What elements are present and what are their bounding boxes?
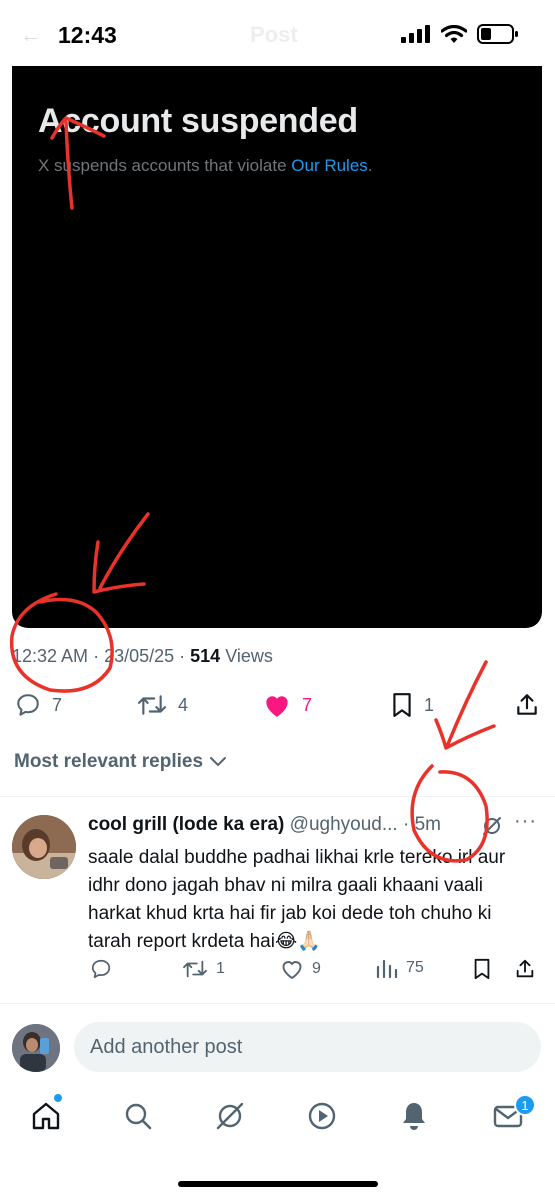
nav-grok[interactable] — [212, 1098, 248, 1134]
heart-filled-icon — [266, 696, 288, 717]
back-button[interactable]: ← — [20, 22, 42, 48]
bookmark-icon — [393, 693, 411, 717]
share-icon — [517, 694, 537, 715]
reply-separator: · — [397, 814, 415, 835]
our-rules-link[interactable]: Our Rules — [291, 156, 368, 175]
reply-text: saale dalal buddhe padhai likhai krle te… — [88, 847, 506, 952]
reply-count: 7 — [52, 694, 63, 715]
nav-home[interactable] — [28, 1098, 64, 1134]
reply-view-count: 75 — [406, 959, 424, 976]
bookmark-icon — [474, 958, 490, 980]
post-actions: 7 4 7 1 — [0, 686, 555, 726]
divider — [0, 1003, 555, 1004]
post-date: 23/05/25 — [104, 646, 175, 666]
replies-sort-label: Most relevant replies — [14, 751, 204, 772]
reply-icon — [91, 959, 111, 979]
messages-badge: 1 — [514, 1094, 536, 1116]
suspended-subtitle-period: . — [367, 156, 373, 175]
repost-button[interactable]: 4 — [136, 692, 188, 718]
home-icon — [32, 1102, 60, 1130]
home-indicator — [178, 1181, 378, 1187]
bookmark-button[interactable]: 1 — [390, 692, 434, 718]
analytics-icon — [376, 959, 398, 978]
status-icons — [401, 24, 519, 44]
battery-icon — [477, 24, 518, 44]
post-media[interactable]: Account suspended X suspends accounts th… — [12, 66, 542, 628]
grok-icon — [216, 1102, 244, 1130]
reply-views-button[interactable]: 75 — [376, 958, 424, 978]
composer-avatar[interactable] — [12, 1024, 60, 1072]
like-button[interactable]: 7 — [262, 692, 312, 718]
share-button[interactable] — [514, 692, 540, 718]
reply-like-button[interactable]: 9 — [280, 958, 321, 980]
like-count: 7 — [302, 694, 313, 715]
avatar-image — [12, 1024, 60, 1072]
views-label: Views — [225, 646, 273, 666]
reply-author-name[interactable]: cool grill (lode ka era) — [88, 814, 284, 835]
cellular-signal-icon — [401, 25, 430, 43]
search-icon — [125, 1103, 152, 1130]
add-post-input[interactable] — [74, 1022, 541, 1072]
status-time: 12:43 — [58, 22, 117, 48]
home-unread-dot — [54, 1094, 62, 1102]
reply-reply-button[interactable] — [90, 958, 112, 980]
repost-icon — [137, 695, 167, 715]
nav-search[interactable] — [120, 1098, 156, 1134]
repost-count: 4 — [178, 694, 189, 715]
grok-icon[interactable] — [480, 814, 504, 838]
suspended-subtitle: X suspends accounts that violate Our Rul… — [38, 156, 373, 176]
play-icon — [308, 1102, 336, 1130]
reply-repost-count: 1 — [216, 960, 225, 977]
avatar-image — [12, 815, 76, 879]
post-time: 12:32 AM — [12, 646, 89, 666]
nav-notifications[interactable] — [396, 1098, 432, 1134]
bottom-nav — [0, 1086, 555, 1146]
post-meta: 12:32 AM · 23/05/25 · 514 Views — [12, 646, 273, 666]
bell-icon — [403, 1103, 425, 1130]
reply-actions: 1 9 75 — [0, 958, 555, 988]
heart-icon — [282, 961, 302, 980]
reply-header: cool grill (lode ka era) @ughyoud... · 5… — [88, 814, 441, 836]
wifi-icon — [441, 24, 467, 43]
chevron-down-icon — [210, 757, 227, 767]
reply-button[interactable]: 7 — [14, 692, 62, 718]
suspended-subtitle-text: X suspends accounts that violate — [38, 156, 292, 175]
page-title: Post — [250, 22, 298, 47]
suspended-title: Account suspended — [38, 102, 358, 140]
bookmark-count: 1 — [424, 694, 435, 715]
reply-item[interactable]: cool grill (lode ka era) @ughyoud... · 5… — [0, 800, 555, 1000]
reply-avatar[interactable] — [12, 815, 76, 879]
reply-bookmark-button[interactable] — [472, 958, 492, 980]
nav-video[interactable] — [304, 1098, 340, 1134]
divider — [0, 796, 555, 797]
reply-author-handle[interactable]: @ughyoud... — [290, 814, 398, 835]
repost-icon — [183, 960, 207, 978]
reply-repost-button[interactable]: 1 — [182, 958, 225, 980]
reply-share-button[interactable] — [514, 958, 536, 980]
reply-icon — [17, 694, 39, 716]
replies-sort-dropdown[interactable]: Most relevant replies — [14, 751, 227, 773]
share-icon — [516, 959, 534, 978]
views-count: 514 — [190, 646, 221, 666]
more-options-icon[interactable]: ··· — [514, 810, 537, 833]
reply-like-count: 9 — [312, 960, 321, 977]
reply-time: 5m — [414, 814, 441, 835]
status-bar: ← Post 12:43 — [0, 0, 555, 64]
